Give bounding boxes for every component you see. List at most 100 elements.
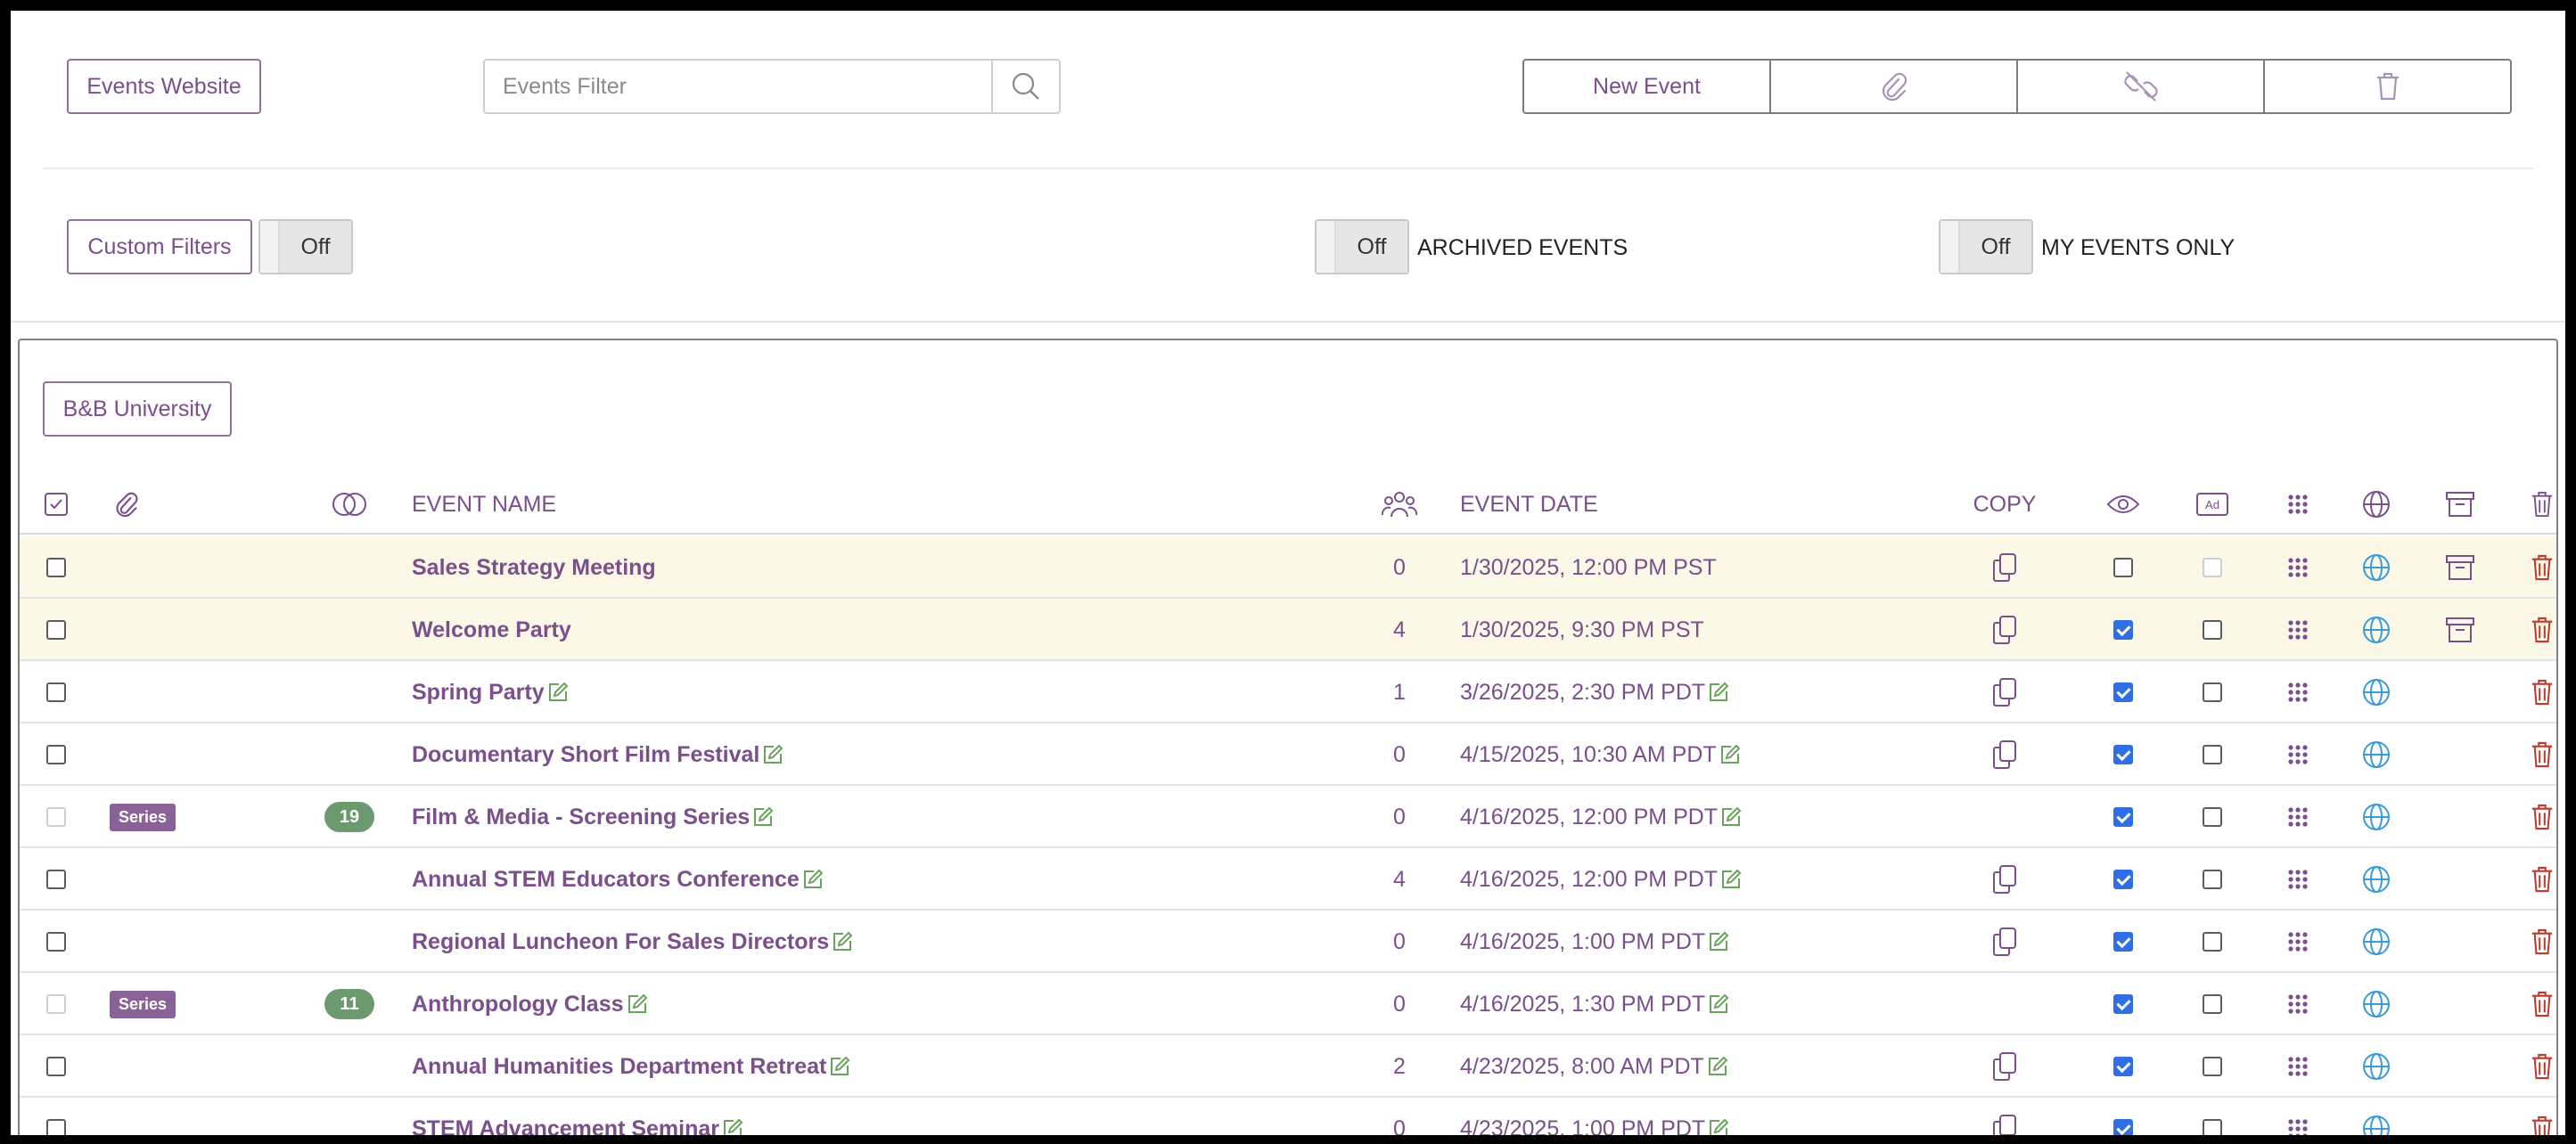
- globe-icon[interactable]: [2359, 973, 2394, 1035]
- globe-icon[interactable]: [2359, 723, 2394, 786]
- visible-checkbox[interactable]: [2110, 973, 2137, 1035]
- new-event-button[interactable]: New Event: [1524, 61, 1771, 112]
- edit-icon[interactable]: [626, 993, 649, 1016]
- event-name-link[interactable]: Film & Media - Screening Series: [412, 805, 750, 830]
- group-button[interactable]: B&B University: [43, 381, 232, 437]
- custom-filters-toggle[interactable]: Off: [258, 219, 353, 274]
- globe-icon[interactable]: [2359, 786, 2394, 848]
- dots-grid-icon[interactable]: [2280, 536, 2316, 599]
- trash-icon[interactable]: [2524, 599, 2560, 661]
- visible-checkbox[interactable]: [2110, 661, 2137, 723]
- edit-icon[interactable]: [1719, 868, 1743, 891]
- event-name-link[interactable]: Sales Strategy Meeting: [412, 555, 656, 581]
- custom-filters-button[interactable]: Custom Filters: [67, 219, 252, 274]
- edit-icon[interactable]: [1719, 743, 1742, 766]
- row-select-checkbox[interactable]: [43, 1035, 70, 1098]
- copy-icon[interactable]: [1987, 1035, 2022, 1098]
- dots-grid-icon[interactable]: [2280, 723, 2316, 786]
- visible-checkbox[interactable]: [2110, 599, 2137, 661]
- dots-grid-icon[interactable]: [2280, 599, 2316, 661]
- ad-checkbox[interactable]: [2199, 786, 2226, 848]
- visible-checkbox[interactable]: [2110, 911, 2137, 973]
- edit-icon[interactable]: [1706, 1055, 1729, 1078]
- column-event-name[interactable]: EVENT NAME: [412, 474, 556, 535]
- copy-icon[interactable]: [1987, 848, 2022, 911]
- event-name-link[interactable]: Anthropology Class: [412, 992, 624, 1017]
- event-name-link[interactable]: Regional Luncheon For Sales Directors: [412, 929, 829, 955]
- occurrences-badge[interactable]: 11: [324, 973, 374, 1035]
- row-select-checkbox[interactable]: [43, 848, 70, 911]
- ad-checkbox[interactable]: [2199, 661, 2226, 723]
- globe-icon[interactable]: [2359, 911, 2394, 973]
- edit-icon[interactable]: [801, 868, 824, 891]
- event-name-link[interactable]: STEM Advancement Seminar: [412, 1116, 719, 1136]
- row-select-checkbox[interactable]: [43, 973, 70, 1035]
- edit-icon[interactable]: [828, 1055, 851, 1078]
- edit-icon[interactable]: [1707, 993, 1730, 1016]
- ad-checkbox[interactable]: [2199, 599, 2226, 661]
- row-select-checkbox[interactable]: [43, 723, 70, 786]
- edit-icon[interactable]: [1719, 805, 1743, 829]
- ad-checkbox[interactable]: [2199, 723, 2226, 786]
- globe-icon[interactable]: [2359, 848, 2394, 911]
- trash-icon[interactable]: [2524, 786, 2560, 848]
- ad-checkbox[interactable]: [2199, 1035, 2226, 1098]
- trash-icon[interactable]: [2524, 1035, 2560, 1098]
- trash-icon[interactable]: [2524, 536, 2560, 599]
- trash-icon[interactable]: [2524, 1098, 2560, 1135]
- dots-grid-icon[interactable]: [2280, 786, 2316, 848]
- ad-checkbox[interactable]: [2199, 1098, 2226, 1135]
- trash-icon[interactable]: [2524, 848, 2560, 911]
- edit-icon[interactable]: [546, 681, 570, 704]
- edit-icon[interactable]: [1707, 930, 1730, 953]
- trash-icon[interactable]: [2524, 723, 2560, 786]
- row-select-checkbox[interactable]: [43, 536, 70, 599]
- dots-grid-icon[interactable]: [2280, 1035, 2316, 1098]
- event-name-link[interactable]: Welcome Party: [412, 617, 571, 643]
- visible-checkbox[interactable]: [2110, 848, 2137, 911]
- edit-icon[interactable]: [761, 743, 784, 766]
- copy-icon[interactable]: [1987, 723, 2022, 786]
- archive-icon[interactable]: [2442, 599, 2478, 661]
- copy-icon[interactable]: [1987, 661, 2022, 723]
- attach-button[interactable]: [1771, 61, 2018, 112]
- row-select-checkbox[interactable]: [43, 1098, 70, 1135]
- column-event-date[interactable]: EVENT DATE: [1460, 474, 1598, 535]
- copy-icon[interactable]: [1987, 1098, 2022, 1135]
- search-button[interactable]: [991, 61, 1059, 112]
- edit-icon[interactable]: [1707, 1117, 1730, 1135]
- edit-icon[interactable]: [721, 1117, 744, 1135]
- dots-grid-icon[interactable]: [2280, 973, 2316, 1035]
- archive-icon[interactable]: [2442, 536, 2478, 599]
- ad-checkbox[interactable]: [2199, 911, 2226, 973]
- ad-checkbox[interactable]: [2199, 973, 2226, 1035]
- trash-icon[interactable]: [2524, 661, 2560, 723]
- occurrences-badge[interactable]: 19: [324, 786, 374, 848]
- globe-icon[interactable]: [2359, 1035, 2394, 1098]
- event-name-link[interactable]: Documentary Short Film Festival: [412, 742, 759, 768]
- event-name-link[interactable]: Spring Party: [412, 680, 545, 706]
- dots-grid-icon[interactable]: [2280, 661, 2316, 723]
- events-filter-input[interactable]: [485, 61, 991, 112]
- globe-icon[interactable]: [2359, 1098, 2394, 1135]
- archived-events-toggle[interactable]: Off: [1315, 219, 1409, 274]
- dots-grid-icon[interactable]: [2280, 848, 2316, 911]
- globe-icon[interactable]: [2359, 661, 2394, 723]
- globe-icon[interactable]: [2359, 536, 2394, 599]
- copy-icon[interactable]: [1987, 911, 2022, 973]
- delete-button[interactable]: [2265, 61, 2510, 112]
- event-name-link[interactable]: Annual Humanities Department Retreat: [412, 1054, 826, 1080]
- edit-icon[interactable]: [1707, 681, 1730, 704]
- visible-checkbox[interactable]: [2110, 723, 2137, 786]
- copy-icon[interactable]: [1987, 599, 2022, 661]
- copy-icon[interactable]: [1987, 536, 2022, 599]
- dots-grid-icon[interactable]: [2280, 911, 2316, 973]
- row-select-checkbox[interactable]: [43, 911, 70, 973]
- visible-checkbox[interactable]: [2110, 536, 2137, 599]
- my-events-only-toggle[interactable]: Off: [1939, 219, 2033, 274]
- event-name-link[interactable]: Annual STEM Educators Conference: [412, 867, 800, 893]
- trash-icon[interactable]: [2524, 911, 2560, 973]
- edit-icon[interactable]: [751, 805, 775, 829]
- globe-icon[interactable]: [2359, 599, 2394, 661]
- events-website-button[interactable]: Events Website: [67, 59, 261, 114]
